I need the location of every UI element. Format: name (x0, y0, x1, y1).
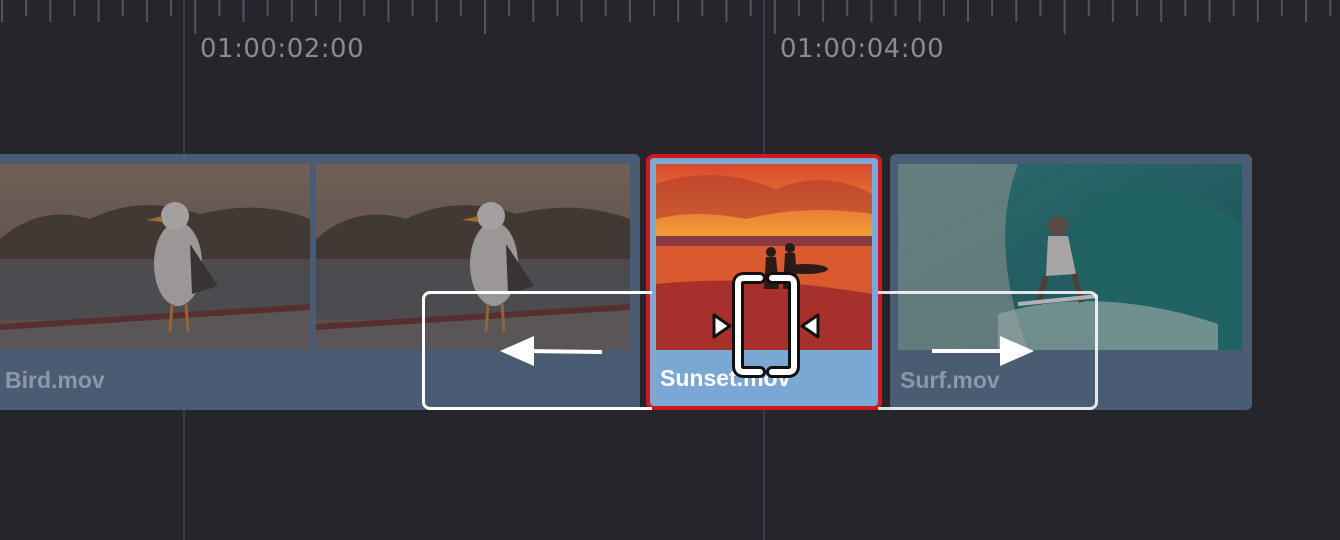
timeline-ruler[interactable] (0, 0, 1340, 34)
clip-name: Bird.mov (5, 367, 105, 393)
slip-trim-cursor-icon (712, 272, 820, 378)
timecode-label: 01:00:04:00 (780, 34, 945, 64)
clip-thumbnail (0, 164, 310, 350)
arrow-left-icon (500, 336, 603, 366)
arrow-right-icon (932, 336, 1034, 366)
timecode-label: 01:00:02:00 (200, 34, 365, 64)
